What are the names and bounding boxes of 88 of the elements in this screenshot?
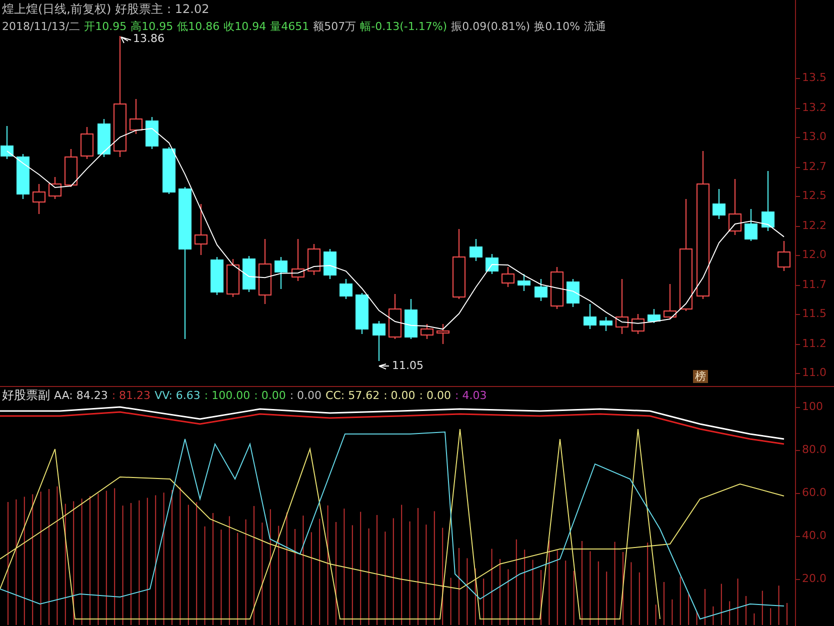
candlestick <box>534 278 548 302</box>
candlestick <box>648 308 660 324</box>
axis-label: 12.5 <box>802 190 826 201</box>
candlestick <box>258 238 272 304</box>
indicator-value: : 0.00 <box>419 390 451 400</box>
candlestick <box>632 314 644 334</box>
low-price-label: 11.05 <box>392 360 424 371</box>
axis-label: 12.2 <box>802 220 826 230</box>
candlestick <box>194 204 208 256</box>
candlestick <box>518 274 530 292</box>
high-price-label: 13.86 <box>133 33 164 44</box>
axis-label: 11.2 <box>802 338 826 348</box>
ranking-badge: 榜 <box>693 370 708 383</box>
quote-value: 低10.86 <box>177 20 220 32</box>
candlestick <box>420 324 434 340</box>
axis-label: 11.5 <box>802 308 826 319</box>
axis-label: 100 <box>802 401 823 412</box>
axis-label: 13.5 <box>802 72 826 83</box>
axis-label: 11.7 <box>802 278 826 290</box>
axis-label: 40.0 <box>802 530 826 541</box>
axis-label: 12.7 <box>802 160 826 172</box>
candlestick <box>242 256 256 292</box>
candlestick <box>486 254 498 274</box>
candlestick <box>80 126 94 160</box>
axis-label: 80.0 <box>802 444 826 455</box>
candlestick <box>388 294 402 340</box>
chart-title: 好股票主 : 12.02 <box>115 3 210 15</box>
candlestick <box>566 278 580 308</box>
candlestick <box>146 116 158 150</box>
candlestick <box>762 170 774 232</box>
chart-title: 煌上煌(日线,前复权) <box>2 3 112 15</box>
candlestick <box>600 316 612 332</box>
quote-value: 量4651 <box>270 20 310 32</box>
candlestick <box>340 278 352 300</box>
indicator-value: CC: 57.62 <box>326 390 380 400</box>
candlestick <box>162 146 176 194</box>
quote-value: 额507万 <box>313 20 356 32</box>
indicator-value: AA: 84.23 <box>54 390 108 400</box>
indicator-value: : 4.03 <box>455 390 487 400</box>
candlestick <box>728 178 742 236</box>
candlestick <box>550 266 564 310</box>
candlestick <box>274 256 288 290</box>
candlestick <box>292 238 304 282</box>
indicator-value: : 0.00 <box>290 390 322 400</box>
candlestick <box>712 188 726 220</box>
quote-value: 换0.10% <box>534 20 580 32</box>
candlestick <box>744 208 758 242</box>
indicator-value: : 100.00 <box>204 390 250 400</box>
indicator-value: : 0.00 <box>384 390 416 400</box>
candlestick <box>210 256 224 296</box>
indicator-value: : 81.23 <box>112 390 151 400</box>
axis-label: 12.0 <box>802 249 826 260</box>
candlestick <box>372 320 386 362</box>
indicator-value: : 0.00 <box>254 390 286 400</box>
candlestick <box>616 278 628 334</box>
quote-value: 收10.94 <box>224 20 266 32</box>
candlestick <box>0 126 14 160</box>
candlestick <box>98 118 110 158</box>
axis-label: 13.0 <box>802 131 826 142</box>
candlestick <box>470 238 482 262</box>
quote-value: 振0.09(0.81%) <box>451 20 530 32</box>
candlestick <box>226 258 240 298</box>
candlestick <box>16 154 30 200</box>
candlestick <box>404 298 418 340</box>
axis-label: 13.2 <box>802 102 826 112</box>
candlestick <box>32 184 46 214</box>
indicator-name: 好股票副 <box>2 389 50 401</box>
candlestick <box>324 248 336 280</box>
quote-value: 2018/11/13/二 <box>2 20 80 32</box>
indicator-value: VV: 6.63 <box>154 390 200 400</box>
candlestick <box>64 148 78 188</box>
candlestick <box>502 266 514 288</box>
candlestick <box>436 324 450 344</box>
quote-value: 流通 <box>584 20 606 32</box>
axis-label: 11.0 <box>802 367 826 378</box>
axis-label: 20.0 <box>802 573 826 584</box>
candlestick <box>664 284 676 320</box>
candlestick <box>48 176 62 200</box>
candlestick <box>584 304 596 330</box>
candlestick <box>452 228 466 300</box>
candlestick <box>308 244 320 276</box>
candlestick <box>778 240 790 272</box>
quote-value: 高10.95 <box>130 20 174 32</box>
quote-value: 幅-0.13(-1.17%) <box>360 20 448 32</box>
quote-value: 开10.95 <box>84 20 127 32</box>
candlestick <box>130 98 142 134</box>
candlestick <box>356 292 368 334</box>
axis-label: 60.0 <box>802 487 826 498</box>
